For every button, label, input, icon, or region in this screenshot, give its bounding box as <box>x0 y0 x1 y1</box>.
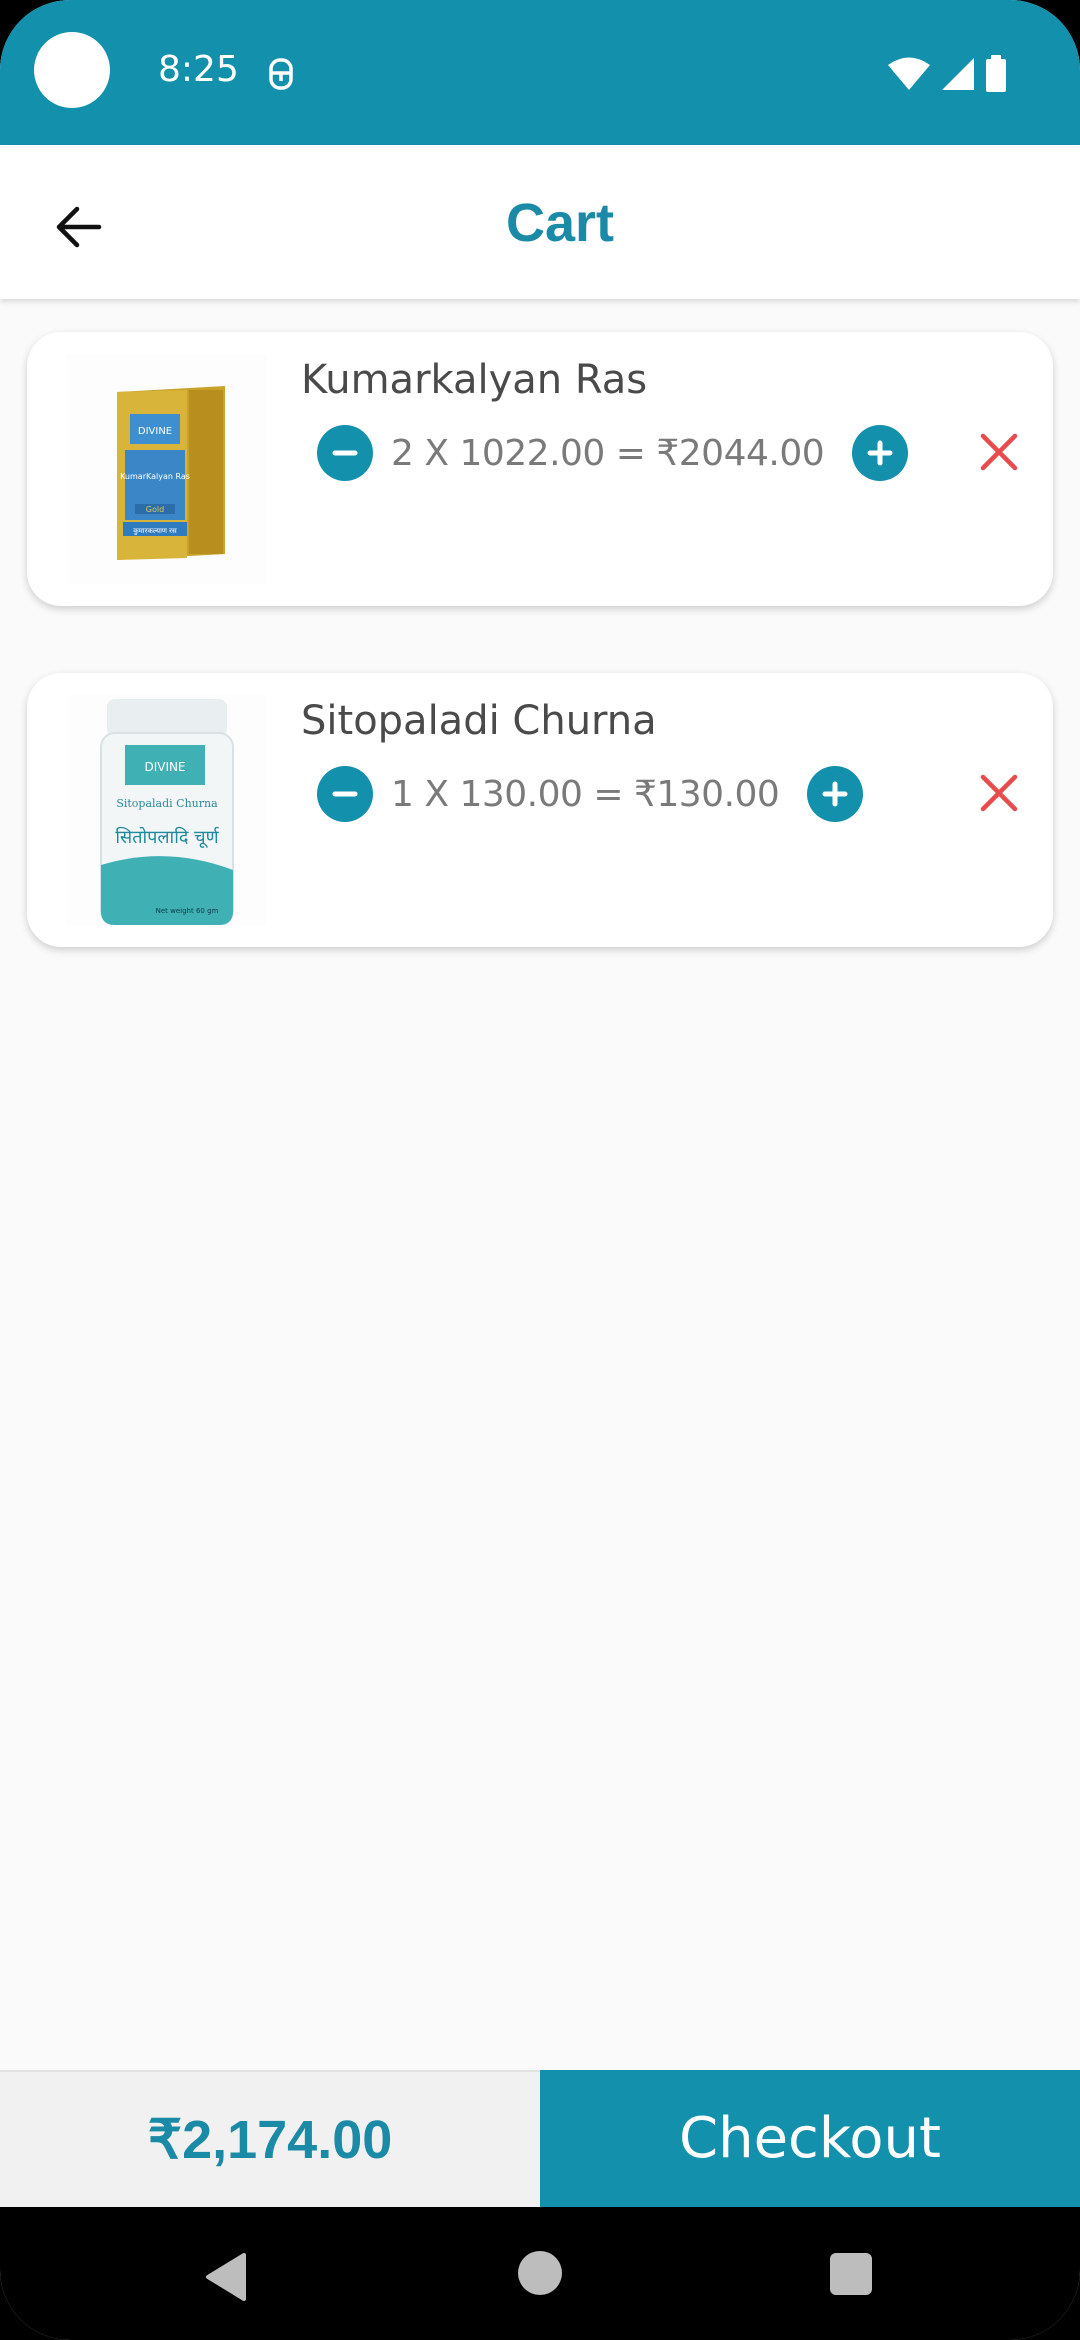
plus-icon <box>822 781 848 807</box>
line-total: 2 X 1022.00 = ₹2044.00 <box>391 432 825 474</box>
signal-icon <box>942 58 974 90</box>
product-hindi-label: कुमारकल्याण रस <box>133 527 177 535</box>
battery-icon <box>986 55 1006 92</box>
product-grade: Gold <box>146 505 164 514</box>
product-label: KumarKalyan Ras <box>120 472 190 481</box>
checkout-button[interactable]: Checkout <box>540 2070 1080 2207</box>
decrease-quantity-button[interactable] <box>317 766 373 822</box>
close-icon <box>980 774 1018 812</box>
line-total: 1 X 130.00 = ₹130.00 <box>391 773 780 815</box>
cart-total: ₹2,174.00 <box>0 2070 540 2207</box>
total-amount: ₹2,174.00 <box>147 2110 393 2170</box>
increase-quantity-button[interactable] <box>807 766 864 822</box>
close-icon <box>980 433 1018 471</box>
product-hindi-label: सितोपलादि चूर्ण <box>115 826 219 848</box>
remove-item-button[interactable] <box>971 765 1027 821</box>
product-image: DIVINE KumarKalyan Ras Gold कुमारकल्याण … <box>67 354 267 584</box>
item-name: Kumarkalyan Ras <box>301 357 648 403</box>
decrease-quantity-button[interactable] <box>317 425 373 481</box>
nav-home-icon[interactable] <box>518 2251 562 2295</box>
minus-icon <box>332 450 358 456</box>
status-icons <box>886 54 1008 94</box>
checkout-label: Checkout <box>679 2106 941 2171</box>
page-title: Cart <box>505 193 615 253</box>
minus-icon <box>332 791 358 797</box>
increase-quantity-button[interactable] <box>852 425 909 481</box>
wifi-icon <box>888 57 930 90</box>
app-bar: Cart <box>0 145 1080 299</box>
product-brand: DIVINE <box>144 760 185 774</box>
cart-item: DIVINE Sitopaladi Churna सितोपलादि चूर्ण… <box>27 673 1053 947</box>
product-net-weight: Net weight 60 gm <box>156 907 219 915</box>
nav-back-icon[interactable] <box>200 2251 252 2303</box>
product-brand: DIVINE <box>138 426 172 437</box>
nav-recents-icon[interactable] <box>830 2253 872 2295</box>
product-image: DIVINE Sitopaladi Churna सितोपलादि चूर्ण… <box>67 695 267 925</box>
quantity-stepper: 2 X 1022.00 = ₹2044.00 <box>317 424 909 482</box>
cart-item: DIVINE KumarKalyan Ras Gold कुमारकल्याण … <box>27 332 1053 606</box>
app-screen: 8:25 Cart DIVINE KumarKalyan Ras Gold कु… <box>0 0 1080 2340</box>
plus-icon <box>867 440 893 466</box>
product-label: Sitopaladi Churna <box>116 797 218 810</box>
system-nav-bar <box>0 2207 1080 2340</box>
checkout-bar: ₹2,174.00 Checkout <box>0 2070 1080 2207</box>
item-name: Sitopaladi Churna <box>301 698 657 744</box>
remove-item-button[interactable] <box>971 424 1027 480</box>
quantity-stepper: 1 X 130.00 = ₹130.00 <box>317 765 864 823</box>
status-time: 8:25 <box>158 49 239 90</box>
status-bar: 8:25 <box>0 0 1080 145</box>
camera-cutout <box>34 32 110 108</box>
notification-icon <box>269 58 293 90</box>
